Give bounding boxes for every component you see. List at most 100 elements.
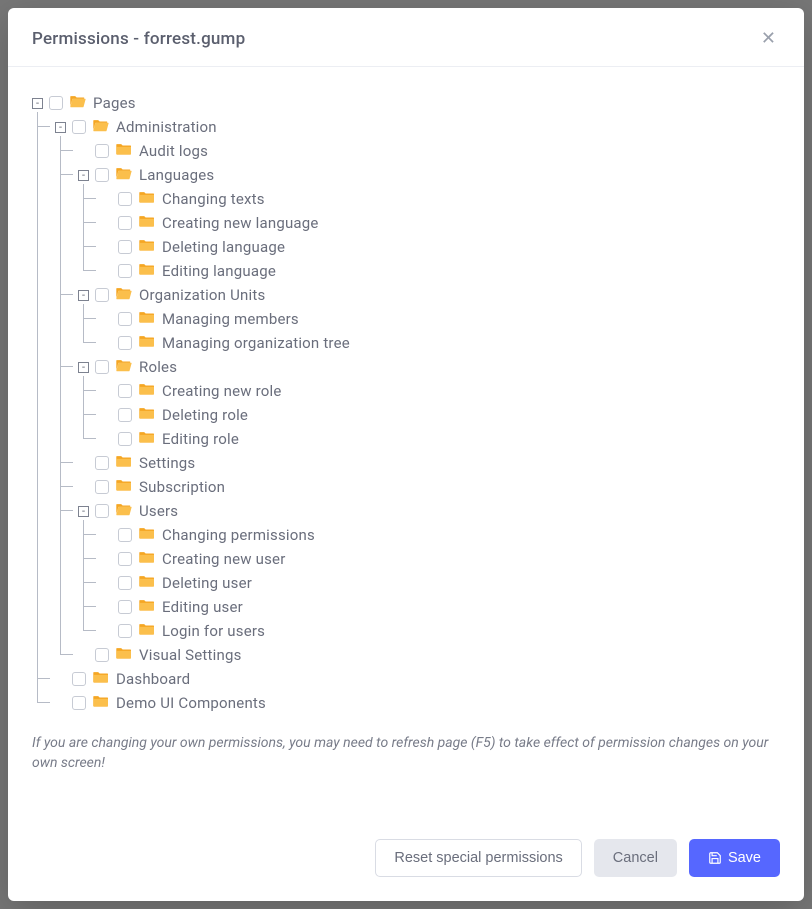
tree-label[interactable]: Deleting user [162, 574, 252, 592]
tree-checkbox[interactable] [95, 504, 109, 518]
tree-label[interactable]: Managing organization tree [162, 334, 350, 352]
tree-node-editing-user: Editing user [101, 595, 780, 619]
tree-node-users: - Users Changing permissions Creating new u… [78, 499, 780, 643]
tree-checkbox[interactable] [118, 600, 132, 614]
tree-children: Managing members Managing organization tr… [83, 307, 780, 355]
tree-label[interactable]: Demo UI Components [116, 694, 266, 712]
folder-icon [138, 310, 156, 328]
tree-label[interactable]: Subscription [139, 478, 225, 496]
permissions-dialog: Permissions - forrest.gump ✕ - Pages - Admi… [8, 8, 804, 901]
tree-label[interactable]: Editing user [162, 598, 243, 616]
reset-permissions-button[interactable]: Reset special permissions [375, 839, 581, 877]
tree-label[interactable]: Creating new role [162, 382, 282, 400]
tree-label[interactable]: Creating new user [162, 550, 285, 568]
tree-label[interactable]: Languages [139, 166, 214, 184]
tree-label[interactable]: Editing role [162, 430, 239, 448]
tree-node-visual-settings: Visual Settings [78, 643, 780, 667]
save-icon [708, 851, 722, 865]
tree-checkbox[interactable] [72, 696, 86, 710]
tree-toggle-icon[interactable]: - [78, 362, 89, 373]
tree-node-login-for-users: Login for users [101, 619, 780, 643]
tree-checkbox[interactable] [118, 576, 132, 590]
tree-label[interactable]: Pages [93, 94, 136, 112]
tree-checkbox[interactable] [95, 456, 109, 470]
tree-label[interactable]: Settings [139, 454, 195, 472]
tree-checkbox[interactable] [95, 480, 109, 494]
tree-row: Demo UI Components [55, 691, 780, 715]
tree-label[interactable]: Deleting role [162, 406, 248, 424]
tree-checkbox[interactable] [118, 408, 132, 422]
tree-label[interactable]: Changing permissions [162, 526, 315, 544]
folder-icon [115, 142, 133, 160]
tree-label[interactable]: Audit logs [139, 142, 208, 160]
tree-checkbox[interactable] [72, 672, 86, 686]
tree-toggle-icon[interactable]: - [78, 170, 89, 181]
folder-open-icon [69, 94, 87, 112]
dialog-header: Permissions - forrest.gump ✕ [8, 8, 804, 67]
tree-label[interactable]: Editing language [162, 262, 276, 280]
tree-node-audit-logs: Audit logs [78, 139, 780, 163]
folder-open-icon [92, 118, 110, 136]
tree-checkbox[interactable] [95, 168, 109, 182]
tree-toggle-icon[interactable]: - [78, 290, 89, 301]
close-icon[interactable]: ✕ [757, 26, 780, 52]
folder-icon [138, 574, 156, 592]
tree-label[interactable]: Visual Settings [139, 646, 242, 664]
tree-checkbox[interactable] [118, 624, 132, 638]
tree-checkbox[interactable] [118, 384, 132, 398]
folder-icon [92, 694, 110, 712]
tree-checkbox[interactable] [118, 432, 132, 446]
tree-label[interactable]: Changing texts [162, 190, 265, 208]
tree-checkbox[interactable] [95, 144, 109, 158]
tree-checkbox[interactable] [95, 288, 109, 302]
tree-checkbox[interactable] [118, 240, 132, 254]
tree-checkbox[interactable] [118, 264, 132, 278]
folder-icon [138, 622, 156, 640]
tree-label[interactable]: Dashboard [116, 670, 190, 688]
tree-toggle-icon[interactable]: - [32, 98, 43, 109]
tree-row: Managing organization tree [101, 331, 780, 355]
tree-label[interactable]: Login for users [162, 622, 265, 640]
tree-node-languages: - Languages Changing texts Creating new lan… [78, 163, 780, 283]
tree-row: Changing texts [101, 187, 780, 211]
folder-icon [138, 262, 156, 280]
tree-label[interactable]: Roles [139, 358, 177, 376]
folder-icon [115, 646, 133, 664]
tree-checkbox[interactable] [118, 336, 132, 350]
tree-checkbox[interactable] [72, 120, 86, 134]
tree-node-deleting-user: Deleting user [101, 571, 780, 595]
tree-checkbox[interactable] [118, 528, 132, 542]
tree-row: Dashboard [55, 667, 780, 691]
folder-icon [92, 670, 110, 688]
folder-icon [138, 406, 156, 424]
tree-checkbox[interactable] [118, 312, 132, 326]
tree-node-deleting-language: Deleting language [101, 235, 780, 259]
tree-label[interactable]: Creating new language [162, 214, 319, 232]
tree-checkbox[interactable] [118, 192, 132, 206]
tree-node-deleting-role: Deleting role [101, 403, 780, 427]
save-button[interactable]: Save [689, 839, 780, 877]
cancel-button[interactable]: Cancel [594, 839, 677, 877]
tree-node-roles: - Roles Creating new role Deleting role Edit… [78, 355, 780, 451]
folder-icon [138, 526, 156, 544]
tree-checkbox[interactable] [95, 360, 109, 374]
save-button-label: Save [728, 850, 761, 866]
permissions-hint: If you are changing your own permissions… [32, 733, 780, 774]
tree-label[interactable]: Administration [116, 118, 217, 136]
tree-row: - Languages [78, 163, 780, 187]
tree-label[interactable]: Deleting language [162, 238, 285, 256]
tree-children: Creating new role Deleting role Editing ro… [83, 379, 780, 451]
tree-label[interactable]: Users [139, 502, 178, 520]
tree-checkbox[interactable] [95, 648, 109, 662]
tree-label[interactable]: Organization Units [139, 286, 265, 304]
tree-checkbox[interactable] [118, 552, 132, 566]
tree-toggle-icon[interactable]: - [78, 506, 89, 517]
tree-checkbox[interactable] [49, 96, 63, 110]
dialog-footer: Reset special permissions Cancel Save [8, 819, 804, 901]
tree-checkbox[interactable] [118, 216, 132, 230]
tree-row: Managing members [101, 307, 780, 331]
tree-label[interactable]: Managing members [162, 310, 299, 328]
folder-open-icon [115, 358, 133, 376]
tree-node-subscription: Subscription [78, 475, 780, 499]
tree-toggle-icon[interactable]: - [55, 122, 66, 133]
